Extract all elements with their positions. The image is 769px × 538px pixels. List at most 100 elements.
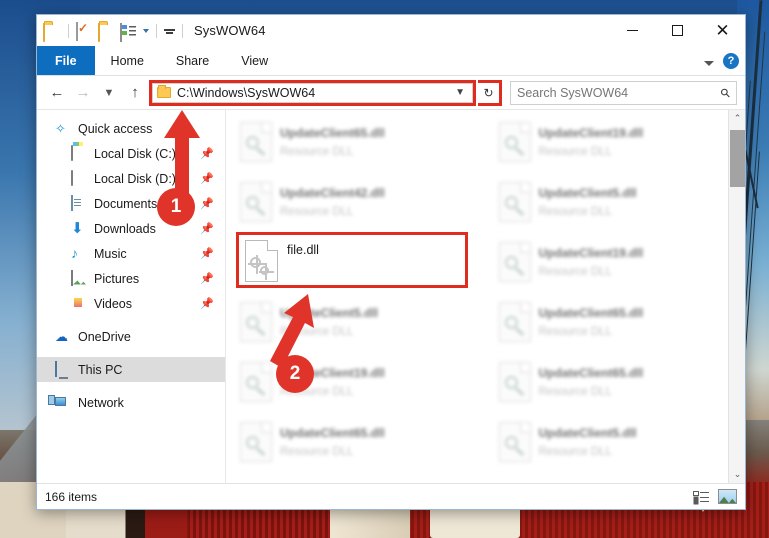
file-type: Resource DLL (538, 266, 613, 278)
disk-c-icon (71, 144, 87, 162)
dll-file-icon (498, 182, 531, 222)
address-dropdown-icon[interactable]: ▼ (455, 87, 468, 98)
this-pc-icon (55, 360, 71, 378)
maximize-button[interactable] (655, 15, 700, 46)
dll-file-icon (498, 362, 531, 402)
sidebar-item-label: Quick access (78, 121, 153, 136)
scroll-up-icon[interactable]: ⌃ (729, 110, 745, 127)
sidebar-item-this-pc[interactable]: This PC (37, 357, 225, 382)
list-item[interactable]: UpdateClient19.dll Resource DLL (493, 236, 746, 296)
chevron-down-icon[interactable] (143, 28, 149, 33)
list-item[interactable]: UpdateClient5.dll Resource DLL (493, 176, 746, 236)
documents-icon (71, 194, 87, 212)
large-icons-view-icon[interactable] (718, 489, 737, 504)
search-input[interactable]: Search SysWOW64 ⚲ (510, 80, 737, 105)
file-name: UpdateClient5.dll (538, 186, 637, 200)
vertical-scrollbar[interactable]: ⌃ ⌄ (728, 110, 745, 483)
file-name: UpdateClient19.dll (538, 126, 644, 140)
dll-gear-icon (245, 240, 278, 282)
dll-file-icon (240, 422, 272, 462)
scroll-down-icon[interactable]: ⌄ (729, 466, 745, 483)
pin-icon[interactable]: 📌 (200, 272, 214, 285)
close-button[interactable]: ✕ (700, 15, 745, 46)
file-type: Resource DLL (280, 146, 354, 158)
folder-icon[interactable] (43, 22, 61, 42)
sidebar-item-videos[interactable]: Videos 📌 (37, 291, 225, 316)
list-item[interactable]: UpdateClient65.dll Resource DLL (493, 296, 746, 356)
back-button[interactable]: ← (45, 81, 69, 105)
pin-icon[interactable]: 📌 (200, 222, 214, 235)
sidebar-item-label: OneDrive (78, 329, 131, 344)
list-item[interactable]: UpdateClient42.dll Resource DLL (234, 176, 487, 236)
sidebar-item-label: Pictures (94, 271, 140, 286)
file-dll-item[interactable]: file.dll (236, 232, 468, 288)
recent-locations-button[interactable]: ▼ (97, 81, 121, 105)
sidebar-item-pictures[interactable]: Pictures 📌 (37, 266, 225, 291)
file-name: UpdateClient65.dll (280, 426, 385, 440)
sidebar-item-label: Videos (94, 296, 132, 311)
title-bar: SysWOW64 ✕ (37, 15, 745, 46)
network-icon (55, 395, 71, 411)
toolbar-divider (68, 23, 69, 38)
search-icon[interactable]: ⚲ (718, 84, 734, 100)
pin-icon[interactable]: 📌 (200, 247, 214, 260)
videos-icon (71, 296, 87, 312)
dll-file-icon (498, 302, 531, 342)
list-properties-icon[interactable] (120, 22, 138, 42)
onedrive-icon: ☁ (55, 328, 68, 344)
status-bar: 166 items (37, 483, 745, 509)
tab-share[interactable]: Share (160, 46, 225, 75)
address-bar[interactable]: C:\Windows\SysWOW64 ▼ (152, 82, 473, 103)
file-type: Resource DLL (538, 206, 613, 218)
dll-file-icon (498, 242, 531, 282)
pin-icon[interactable]: 📌 (200, 297, 214, 310)
list-item[interactable]: UpdateClient65.dll Resource DLL (234, 116, 487, 176)
pin-icon[interactable]: 📌 (200, 197, 214, 210)
downloads-icon: ⬇ (71, 219, 84, 237)
sidebar-item-network[interactable]: Network (37, 390, 225, 415)
list-item[interactable]: UpdateClient65.dll Resource DLL (234, 416, 487, 476)
properties-icon[interactable] (76, 21, 94, 41)
file-name: file.dll (287, 243, 319, 257)
list-item[interactable]: UpdateClient5.dll Resource DLL (493, 416, 746, 476)
sidebar-item-music[interactable]: ♪ Music 📌 (37, 241, 225, 266)
sidebar-item-label: Documents (94, 196, 158, 211)
disk-d-icon (71, 169, 87, 187)
sidebar-item-label: Music (94, 246, 127, 261)
pictures-icon (71, 269, 87, 287)
file-name: UpdateClient65.dll (280, 126, 385, 140)
tab-file[interactable]: File (37, 46, 95, 75)
new-folder-icon[interactable] (98, 22, 116, 42)
customize-quick-access-icon[interactable] (164, 28, 175, 37)
address-bar-row: ← → ▼ ↑ C:\Windows\SysWOW64 ▼ ↻ Search S… (37, 76, 745, 109)
up-button[interactable]: ↑ (123, 81, 147, 105)
list-item[interactable]: UpdateClient19.dll Resource DLL (493, 116, 746, 176)
forward-button[interactable]: → (71, 81, 95, 105)
dll-file-icon (240, 122, 272, 162)
refresh-button[interactable]: ↻ (478, 79, 502, 106)
sidebar-item-downloads[interactable]: ⬇ Downloads 📌 (37, 216, 225, 241)
item-count-label: 166 items (45, 489, 98, 504)
quick-access-toolbar (37, 21, 186, 42)
annotation-badge-2: 2 (276, 355, 314, 393)
details-view-icon[interactable] (693, 490, 710, 504)
file-name: UpdateClient19.dll (538, 246, 644, 260)
ribbon-right-controls: ? (704, 46, 739, 76)
window-controls: ✕ (610, 15, 745, 46)
help-icon[interactable]: ? (723, 53, 739, 69)
file-type: Resource DLL (538, 146, 613, 158)
list-item[interactable]: UpdateClient65.dll Resource DLL (493, 356, 746, 416)
tab-home[interactable]: Home (95, 46, 160, 75)
file-name: UpdateClient42.dll (280, 186, 385, 200)
explorer-body: ✧ Quick access Local Disk (C:) 📌 Local D… (37, 109, 745, 483)
file-type: Resource DLL (538, 326, 613, 338)
minimize-button[interactable] (610, 15, 655, 46)
search-placeholder-text: Search SysWOW64 (517, 85, 629, 100)
toolbar-divider-2 (156, 23, 157, 38)
scrollbar-thumb[interactable] (730, 130, 745, 187)
chevron-down-icon-ribbon[interactable] (704, 60, 714, 66)
sidebar-item-onedrive[interactable]: ☁ OneDrive (37, 324, 225, 349)
window-title: SysWOW64 (194, 23, 266, 38)
sidebar-item-label: Downloads (94, 221, 156, 236)
tab-view[interactable]: View (225, 46, 284, 75)
